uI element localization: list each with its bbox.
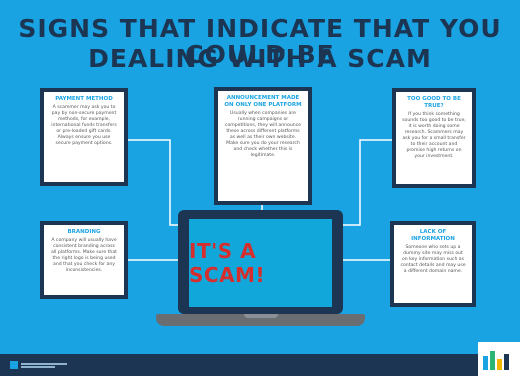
connector-payment: [128, 139, 178, 226]
organization-logo-icon: [10, 361, 67, 369]
card-heading: PAYMENT METHOD: [55, 96, 113, 102]
bar-logo-icon: [483, 351, 509, 370]
card-body: Usually when companies are running campa…: [224, 111, 302, 158]
card-payment-method: PAYMENT METHOD A scammer may ask you to …: [40, 88, 128, 186]
infographic-poster: SIGNS THAT INDICATE THAT YOU COULD BE DE…: [0, 0, 520, 376]
card-body: If you think something sounds too good t…: [402, 112, 466, 159]
card-heading: BRANDING: [67, 229, 101, 235]
partner-logo-icon: [478, 342, 520, 376]
card-heading: TOO GOOD TO BE TRUE?: [407, 96, 461, 109]
card-body: A scammer may ask you to pay by non-secu…: [51, 105, 117, 146]
laptop-display: IT'S A SCAM!: [189, 219, 332, 307]
footer-strip: [0, 354, 520, 376]
laptop-notch: [244, 314, 278, 318]
card-too-good-to-be-true: TOO GOOD TO BE TRUE? If you think someth…: [392, 88, 476, 188]
card-heading: LACK OF INFORMATION: [411, 229, 455, 242]
card-heading: ANNOUNCEMENT MADE ON ONLY ONE PLATFORM: [224, 95, 302, 108]
connector-too-good: [343, 139, 392, 226]
card-announcement: ANNOUNCEMENT MADE ON ONLY ONE PLATFORM U…: [214, 87, 312, 205]
card-branding: BRANDING A company will usually have con…: [40, 221, 128, 299]
scam-warning-text: IT'S A SCAM!: [189, 239, 266, 287]
card-body: Someone who sets up a dummy site may mis…: [400, 245, 466, 274]
card-body: A company will usually have consistent b…: [51, 238, 117, 273]
card-lack-of-information: LACK OF INFORMATION Someone who sets up …: [390, 221, 476, 307]
